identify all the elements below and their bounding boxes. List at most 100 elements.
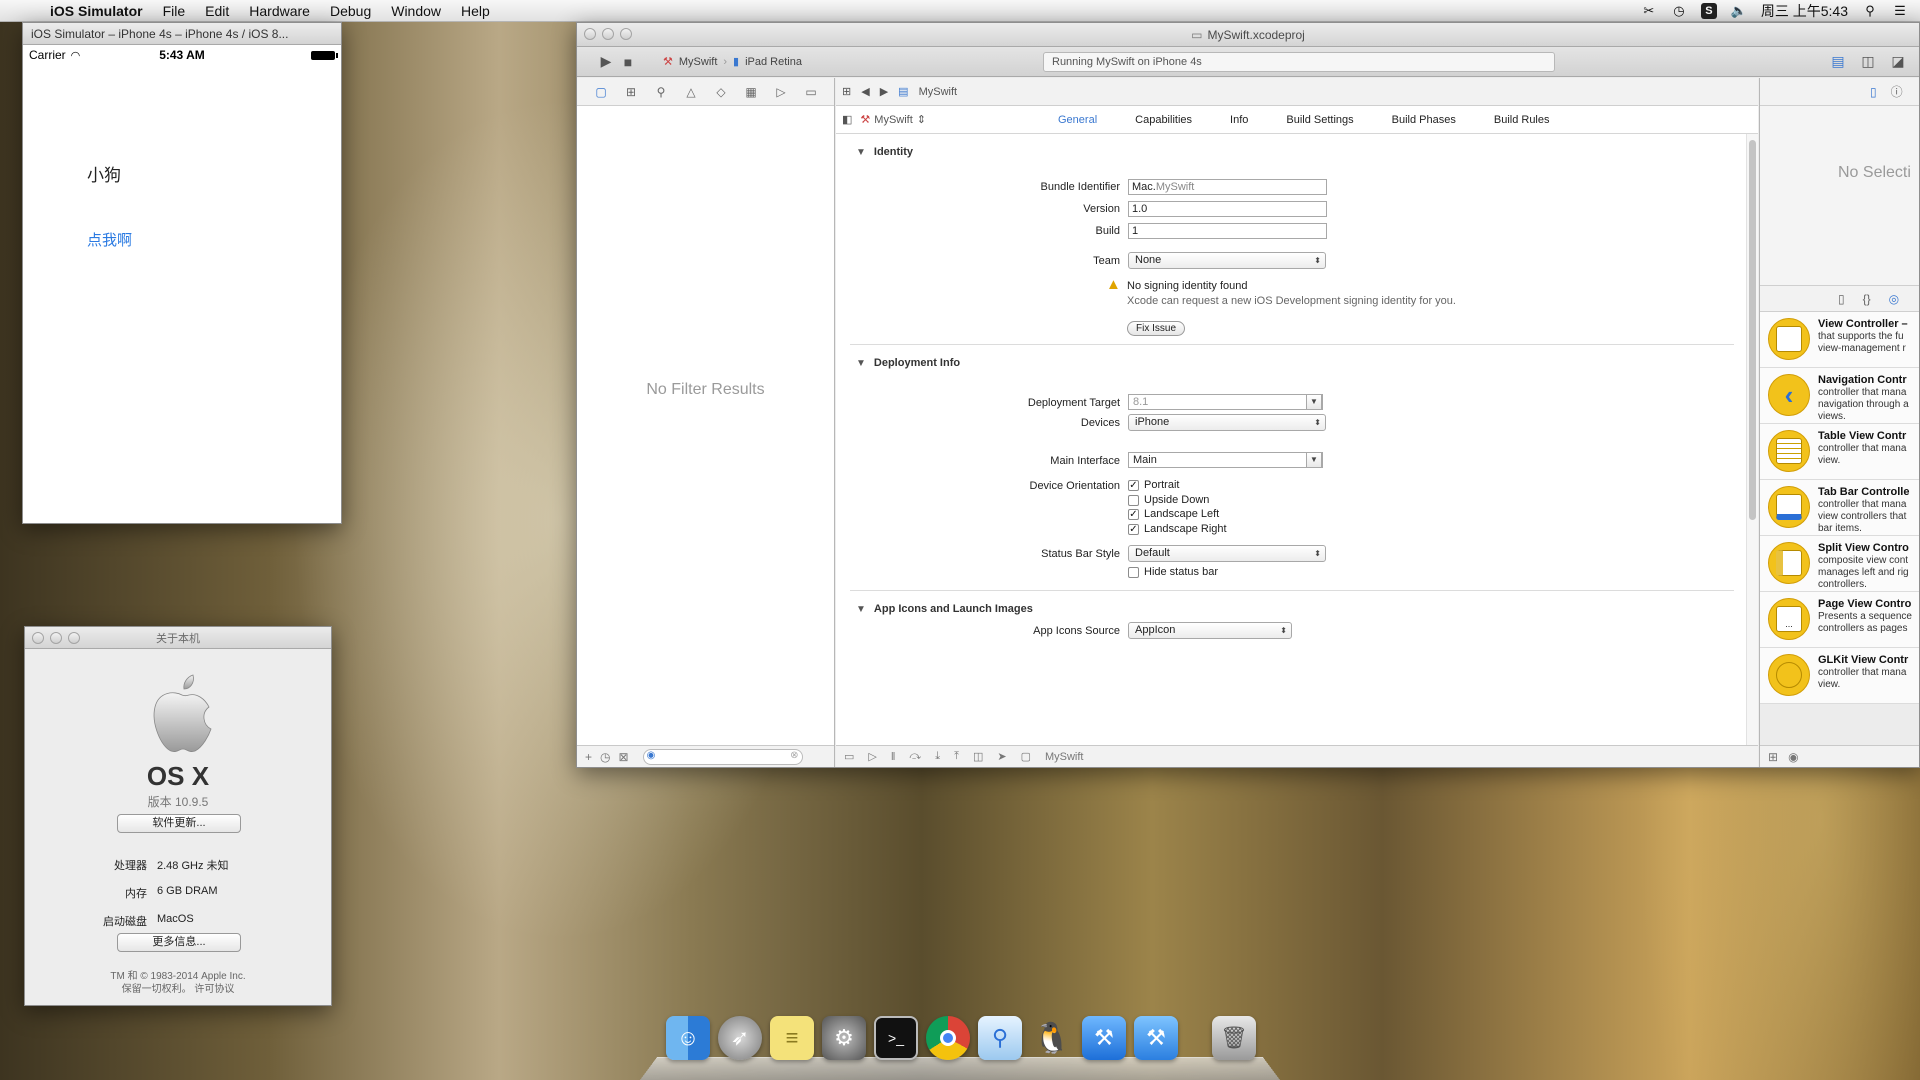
scm-icon[interactable]: ⊠ [619, 750, 629, 764]
simulator-titlebar[interactable]: iOS Simulator – iPhone 4s – iPhone 4s / … [23, 23, 341, 45]
clear-icon[interactable]: ⊗ [790, 750, 798, 761]
menubar-clock[interactable]: 周三 上午5:43 [1761, 1, 1848, 21]
notification-center-icon[interactable]: ☰ [1892, 3, 1908, 19]
back-icon[interactable]: ◀ [861, 85, 869, 98]
tab-build-phases[interactable]: Build Phases [1392, 114, 1456, 126]
tap-me-button[interactable]: 点我啊 [87, 229, 132, 250]
grid-view-icon[interactable]: ⊞ [1768, 750, 1778, 764]
dropdown-arrow-icon[interactable]: ▼ [1306, 394, 1322, 410]
version-field[interactable]: 1.0 [1128, 201, 1327, 217]
tab-capabilities[interactable]: Capabilities [1135, 114, 1192, 126]
identity-section-header[interactable]: ▼ Identity [856, 146, 913, 158]
skype-icon[interactable]: S [1700, 2, 1717, 19]
location-icon[interactable]: ➤ [997, 750, 1006, 763]
status-bar-style-popup[interactable]: Default ⬍ [1128, 545, 1326, 562]
app-icons-source-popup[interactable]: AppIcon ⬍ [1128, 622, 1292, 639]
assistant-editor-icon[interactable]: ◫ [1857, 52, 1879, 72]
library-item[interactable]: GLKit View Contr controller that mana view… [1760, 648, 1919, 704]
xcode-icon[interactable]: ⚒ [1082, 1016, 1126, 1060]
volume-icon[interactable]: 🔈 [1731, 3, 1747, 19]
library-item[interactable]: Table View Contr controller that mana view… [1760, 424, 1919, 480]
trash-icon[interactable]: 🗑 [1212, 1016, 1256, 1060]
menu-file[interactable]: File [153, 3, 196, 19]
chrome-icon[interactable] [926, 1016, 970, 1060]
recent-icon[interactable]: ◷ [600, 750, 610, 764]
menu-app-name[interactable]: iOS Simulator [42, 3, 153, 19]
menu-hardware[interactable]: Hardware [239, 3, 320, 19]
debug-navigator-icon[interactable]: ▦ [741, 85, 761, 99]
view-debugger-icon[interactable]: ◫ [973, 750, 983, 763]
xcode-titlebar[interactable]: ▭ MySwift.xcodeproj [577, 23, 1919, 47]
devices-popup[interactable]: iPhone ⬍ [1128, 414, 1326, 431]
minimize-icon[interactable] [50, 632, 62, 644]
version-editor-icon[interactable]: ◪ [1887, 52, 1909, 72]
portrait-checkbox[interactable]: ✓ Portrait [1128, 479, 1179, 491]
scheme-selector[interactable]: ⚒ MySwift › ▮ iPad Retina [663, 55, 802, 69]
find-navigator-icon[interactable]: ⚲ [651, 85, 671, 99]
menu-window[interactable]: Window [381, 3, 451, 19]
tab-build-settings[interactable]: Build Settings [1286, 114, 1353, 126]
main-interface-combo[interactable]: Main ▼ [1128, 452, 1323, 468]
issue-navigator-icon[interactable]: △ [681, 85, 701, 99]
menu-edit[interactable]: Edit [195, 3, 239, 19]
library-item[interactable]: ... Page View Contro Presents a sequence c… [1760, 592, 1919, 648]
stop-icon[interactable]: ■ [617, 52, 639, 72]
launchpad-icon[interactable]: ➶ [718, 1016, 762, 1060]
filter-icon[interactable]: ◉ [1788, 750, 1798, 764]
fix-issue-button[interactable]: Fix Issue [1127, 321, 1186, 336]
deployment-target-combo[interactable]: 8.1 ▼ [1128, 394, 1323, 410]
standard-editor-icon[interactable]: ▤ [1827, 52, 1849, 72]
landscape-right-checkbox[interactable]: ✓ Landscape Right [1128, 523, 1227, 535]
navigator-filter-input[interactable]: ◉ ⊗ [642, 748, 803, 765]
zoom-icon[interactable] [620, 28, 632, 40]
close-icon[interactable] [32, 632, 44, 644]
team-popup[interactable]: None ⬍ [1128, 252, 1326, 269]
tools-icon[interactable]: ✂ [1641, 3, 1657, 19]
breakpoint-navigator-icon[interactable]: ▷ [771, 85, 791, 99]
zoom-icon[interactable] [68, 632, 80, 644]
hide-debug-area-icon[interactable]: ▭ [844, 750, 854, 763]
preview-icon[interactable]: ⚲ [978, 1016, 1022, 1060]
library-item[interactable]: View Controller – that supports the fu vie… [1760, 312, 1919, 368]
file-inspector-icon[interactable]: ▯ [1870, 85, 1877, 99]
hide-status-bar-checkbox[interactable]: Hide status bar [1128, 566, 1218, 578]
library-item[interactable]: ‹ Navigation Contr controller that mana na… [1760, 368, 1919, 424]
related-items-icon[interactable]: ⊞ [842, 85, 851, 98]
software-update-button[interactable]: 软件更新... [117, 814, 241, 833]
test-navigator-icon[interactable]: ◇ [711, 85, 731, 99]
dropdown-arrow-icon[interactable]: ▼ [1306, 452, 1322, 468]
rights-text[interactable]: 保留一切权利。 许可协议 [25, 980, 331, 995]
terminal-icon[interactable]: >_ [874, 1016, 918, 1060]
step-out-icon[interactable]: ⤒ [954, 750, 959, 763]
symbol-navigator-icon[interactable]: ⊞ [621, 85, 641, 99]
target-selector[interactable]: ⚒ MySwift ⇕ [860, 113, 926, 127]
time-machine-icon[interactable]: ◷ [1671, 3, 1687, 19]
scrollbar-thumb[interactable] [1749, 140, 1756, 520]
xcode-beta-icon[interactable]: ⚒ [1134, 1016, 1178, 1060]
log-navigator-icon[interactable]: ▭ [801, 85, 821, 99]
library-item[interactable]: Tab Bar Controlle controller that mana vie… [1760, 480, 1919, 536]
editor-scrollbar[interactable] [1746, 134, 1758, 745]
pause-icon[interactable]: ‖ [891, 751, 896, 763]
spotlight-search-icon[interactable]: ⚲ [1862, 3, 1878, 19]
object-library-icon[interactable]: ◎ [1889, 292, 1899, 306]
add-icon[interactable]: + [585, 750, 592, 764]
build-field[interactable]: 1 [1128, 223, 1327, 239]
more-info-button[interactable]: 更多信息... [117, 933, 241, 952]
quick-help-icon[interactable]: ⓘ [1891, 83, 1903, 100]
step-over-icon[interactable]: ⤼ [909, 750, 921, 763]
deployment-section-header[interactable]: ▼ Deployment Info [856, 357, 960, 369]
tab-general[interactable]: General [1058, 114, 1097, 126]
upside-down-checkbox[interactable]: Upside Down [1128, 494, 1209, 506]
file-template-icon[interactable]: ▯ [1838, 292, 1845, 306]
code-snippet-icon[interactable]: {} [1863, 292, 1871, 306]
bundle-identifier-field[interactable]: Mac.MySwift [1128, 179, 1327, 195]
minimize-icon[interactable] [602, 28, 614, 40]
qq-icon[interactable]: 🐧 [1030, 1016, 1074, 1060]
about-titlebar[interactable]: 关于本机 [25, 627, 331, 649]
jump-crumb[interactable]: MySwift [919, 86, 958, 98]
stickies-icon[interactable]: ≡ [770, 1016, 814, 1060]
menu-help[interactable]: Help [451, 3, 500, 19]
finder-icon[interactable]: ☺ [666, 1016, 710, 1060]
close-icon[interactable] [584, 28, 596, 40]
